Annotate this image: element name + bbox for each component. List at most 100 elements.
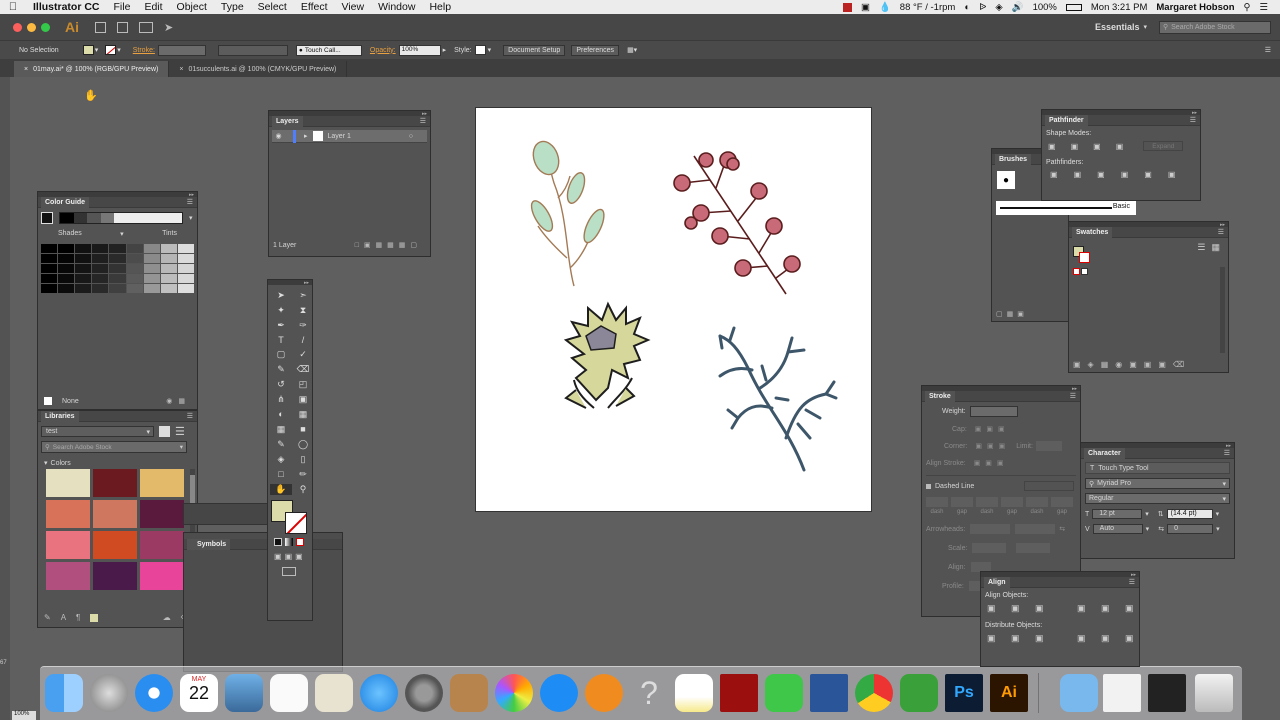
library-color-swatch[interactable] bbox=[46, 531, 90, 559]
recent-screenshot-icon[interactable] bbox=[1148, 674, 1186, 712]
pen-tool-icon[interactable]: ✒ bbox=[270, 320, 292, 331]
notifications-icon[interactable]: ☰ bbox=[1259, 2, 1268, 13]
contacts-icon[interactable] bbox=[450, 674, 488, 712]
curvature-tool-icon[interactable]: ✑ bbox=[292, 320, 314, 331]
bridge-icon[interactable] bbox=[95, 21, 106, 33]
workspace-switcher[interactable]: Essentials bbox=[1095, 22, 1140, 32]
shaper-tool-icon[interactable]: ✎ bbox=[270, 364, 292, 375]
width-tool-icon[interactable]: ⋔ bbox=[270, 394, 292, 405]
color-guide-title[interactable]: Color Guide bbox=[41, 196, 90, 208]
acrobat-icon[interactable] bbox=[720, 674, 758, 712]
panel-menu-icon[interactable]: ☰ bbox=[187, 412, 197, 420]
image-capture-icon[interactable] bbox=[315, 674, 353, 712]
brushes-footer-icons[interactable]: ▢▦▣ bbox=[996, 310, 1028, 318]
word-icon[interactable] bbox=[810, 674, 848, 712]
screen-icon[interactable]: ▣ bbox=[861, 2, 870, 13]
layers-footer-icons[interactable]: □▣▦▦▦▢ bbox=[355, 241, 422, 249]
scale-tool-icon[interactable]: ◰ bbox=[292, 379, 314, 390]
finder-icon[interactable] bbox=[45, 674, 83, 712]
stock-search-field[interactable]: ⚲ Search Adobe Stock bbox=[1159, 20, 1271, 34]
harmony-chevron-down-icon[interactable]: ▾ bbox=[189, 214, 193, 222]
library-dropdown[interactable]: test ▾ bbox=[41, 426, 154, 437]
menu-effect[interactable]: Effect bbox=[294, 1, 335, 13]
tracking-field[interactable]: 0 bbox=[1167, 524, 1214, 534]
safari-icon[interactable] bbox=[135, 674, 173, 712]
harmony-rules-bar[interactable] bbox=[59, 212, 183, 224]
font-size-field[interactable]: 12 pt bbox=[1092, 509, 1143, 519]
library-color-swatch[interactable] bbox=[140, 469, 184, 497]
layer-target-icon[interactable]: ○ bbox=[409, 133, 413, 140]
recent-doc-icon[interactable] bbox=[1103, 674, 1141, 712]
tab-close-icon[interactable]: × bbox=[179, 66, 183, 73]
tab-01succulents[interactable]: × 01succulents.ai @ 100% (CMYK/GPU Previ… bbox=[169, 61, 348, 77]
tab-close-icon[interactable]: × bbox=[24, 66, 28, 73]
reminders-icon[interactable] bbox=[270, 674, 308, 712]
character-title[interactable]: Character bbox=[1084, 447, 1125, 459]
control-bar-menu-icon[interactable]: ☰ bbox=[1265, 46, 1271, 54]
visibility-eye-icon[interactable]: ◉ bbox=[272, 132, 285, 140]
user-name[interactable]: Margaret Hobson bbox=[1156, 2, 1234, 13]
arrange-docs-icon[interactable] bbox=[139, 21, 153, 33]
camtasia-icon[interactable] bbox=[900, 674, 938, 712]
illustrator-icon[interactable]: Ai bbox=[990, 674, 1028, 712]
library-color-swatch[interactable] bbox=[46, 500, 90, 528]
limit-field[interactable] bbox=[1035, 441, 1062, 451]
ibooks-icon[interactable] bbox=[585, 674, 623, 712]
arrowhead-end-dropdown[interactable] bbox=[1015, 524, 1056, 534]
dashed-line-checkbox[interactable] bbox=[926, 483, 931, 489]
selection-tool-icon[interactable]: ➤ bbox=[270, 290, 292, 301]
menu-app-name[interactable]: Illustrator CC bbox=[26, 1, 107, 13]
expand-button[interactable]: Expand bbox=[1143, 141, 1184, 151]
opacity-chevron-icon[interactable]: ▸ bbox=[443, 46, 447, 54]
blend-tool-icon[interactable]: ◯ bbox=[292, 439, 314, 450]
rotate-tool-icon[interactable]: ↺ bbox=[270, 379, 292, 390]
library-color-swatch[interactable] bbox=[140, 531, 184, 559]
layer-name[interactable]: Layer 1 bbox=[328, 133, 351, 140]
list-view-icon[interactable]: ☰ bbox=[1197, 242, 1205, 253]
brush-swatch-dot[interactable]: ● bbox=[997, 171, 1015, 189]
zoom-level-field[interactable]: 100% bbox=[12, 711, 36, 720]
stroke-color-box[interactable] bbox=[285, 512, 307, 534]
volume-icon[interactable]: 🔊 bbox=[1012, 2, 1024, 13]
library-color-swatch[interactable] bbox=[93, 469, 137, 497]
panel-menu-icon[interactable]: ☰ bbox=[1190, 116, 1200, 124]
menu-view[interactable]: View bbox=[335, 1, 372, 13]
type-tool-icon[interactable]: T bbox=[270, 335, 292, 345]
dash-align-buttons[interactable] bbox=[1024, 481, 1074, 491]
library-color-swatch[interactable] bbox=[93, 562, 137, 590]
font-family-dropdown[interactable]: ⚲ Myriad Pro ▾ bbox=[1085, 478, 1230, 489]
menu-edit[interactable]: Edit bbox=[137, 1, 169, 13]
battery-text[interactable]: 100% bbox=[1033, 2, 1057, 13]
swatch-list[interactable] bbox=[1073, 268, 1088, 275]
layer-row[interactable]: ◉ ▸ Layer 1 ○ bbox=[272, 129, 427, 143]
align-stroke-buttons[interactable]: ▣▣▣ bbox=[974, 459, 1009, 467]
tab-01may[interactable]: × 01may.ai* @ 100% (RGB/GPU Preview) bbox=[14, 61, 170, 77]
minimize-window-button[interactable] bbox=[27, 22, 36, 32]
preferences-button[interactable]: Preferences bbox=[571, 44, 620, 56]
stroke-weight-stepper[interactable] bbox=[157, 44, 206, 56]
colors-disclosure-icon[interactable]: ▾ bbox=[44, 459, 48, 467]
opacity-field[interactable]: 100% bbox=[398, 44, 441, 56]
eraser-tool-icon[interactable]: ⌫ bbox=[292, 364, 314, 375]
perspective-grid-tool-icon[interactable]: ▦ bbox=[292, 409, 314, 420]
eyedropper-tool-icon[interactable]: ✎ bbox=[270, 439, 292, 450]
preview-icon[interactable] bbox=[225, 674, 263, 712]
align-objects-buttons[interactable]: ▣ ▣ ▣ ▣ ▣ ▣ bbox=[987, 603, 1139, 614]
pathfinder-title[interactable]: Pathfinder bbox=[1045, 114, 1088, 126]
swatches-footer-icons[interactable]: ▣◈▦◉▣▣▣⌫ bbox=[1073, 360, 1191, 369]
fill-swatch[interactable] bbox=[82, 45, 94, 55]
column-graph-tool-icon[interactable]: ▯ bbox=[292, 454, 314, 465]
artboard[interactable] bbox=[475, 107, 872, 512]
library-color-swatch[interactable] bbox=[46, 562, 90, 590]
leading-chevron-icon[interactable]: ▾ bbox=[1216, 510, 1220, 518]
grid-view-icon[interactable] bbox=[159, 426, 170, 437]
mesh-tool-icon[interactable]: ▦ bbox=[270, 424, 292, 435]
clock[interactable]: Mon 3:21 PM bbox=[1091, 2, 1148, 13]
zoom-window-button[interactable] bbox=[41, 22, 50, 32]
wifi-icon[interactable]: ◈ bbox=[995, 2, 1002, 13]
notes-icon[interactable] bbox=[675, 674, 713, 712]
swatches-scrollbar[interactable] bbox=[1220, 267, 1225, 353]
fill-chevron-down-icon[interactable]: ▾ bbox=[95, 46, 99, 54]
zoom-tool-icon[interactable]: ⚲ bbox=[292, 484, 314, 495]
dash-fields[interactable] bbox=[926, 497, 1080, 507]
